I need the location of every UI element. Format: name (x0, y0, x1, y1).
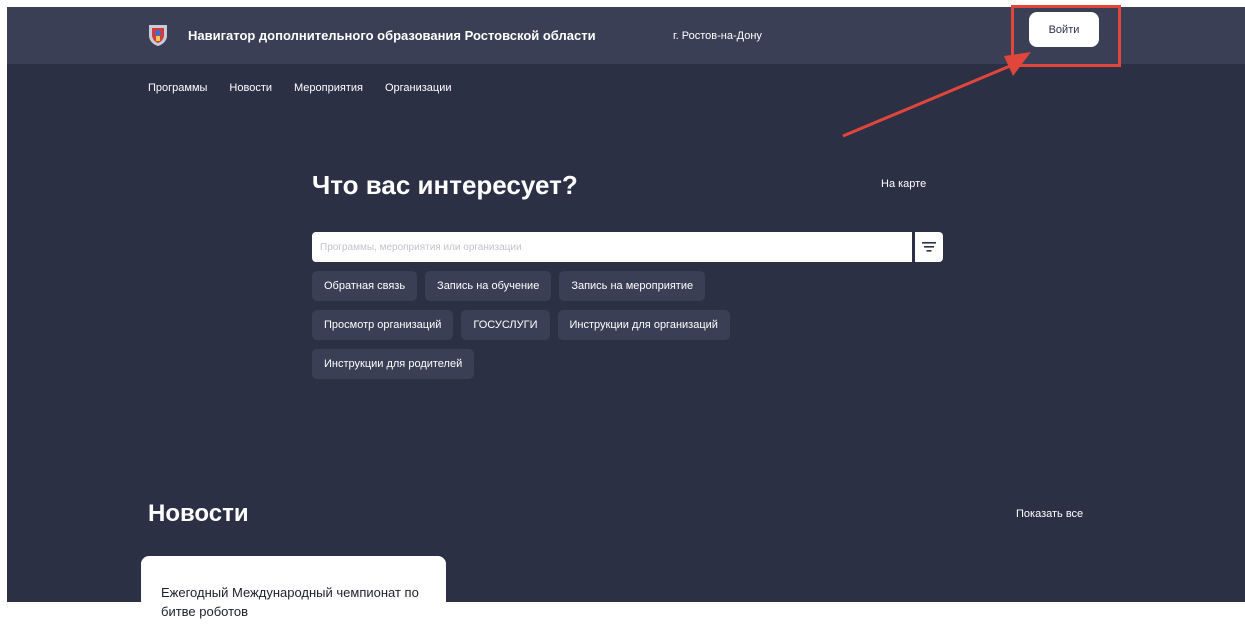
nav-item-news[interactable]: Новости (229, 82, 272, 94)
chip-feedback[interactable]: Обратная связь (312, 271, 418, 301)
nav-item-programs[interactable]: Программы (148, 82, 207, 94)
filter-icon (922, 242, 936, 252)
coat-of-arms-icon[interactable] (147, 23, 169, 47)
quick-links: Обратная связь Запись на обучение Запись… (312, 271, 972, 388)
site-title[interactable]: Навигатор дополнительного образования Ро… (188, 28, 596, 43)
chip-row: Инструкции для родителей (312, 349, 972, 379)
chip-event-enrollment[interactable]: Запись на мероприятие (559, 271, 706, 301)
chip-row: Обратная связь Запись на обучение Запись… (312, 271, 972, 301)
search-heading: Что вас интересует? (312, 170, 578, 200)
annotation-highlight-box (1011, 5, 1121, 67)
chip-parent-instructions[interactable]: Инструкции для родителей (312, 349, 475, 379)
city-selector[interactable]: г. Ростов-на-Дону (673, 30, 762, 42)
news-heading: Новости (148, 500, 249, 527)
chip-gosuslugi[interactable]: ГОСУСЛУГИ (461, 310, 550, 340)
page-background: Навигатор дополнительного образования Ро… (7, 7, 1245, 602)
map-link[interactable]: На карте (881, 178, 926, 190)
filter-button[interactable] (915, 232, 943, 262)
chip-org-instructions[interactable]: Инструкции для организаций (557, 310, 730, 340)
nav-item-events[interactable]: Мероприятия (294, 82, 363, 94)
chip-view-organizations[interactable]: Просмотр организаций (312, 310, 454, 340)
search-input[interactable] (312, 232, 912, 262)
news-card[interactable]: Ежегодный Международный чемпионат по бит… (141, 556, 446, 636)
chip-row: Просмотр организаций ГОСУСЛУГИ Инструкци… (312, 310, 972, 340)
chip-course-enrollment[interactable]: Запись на обучение (425, 271, 552, 301)
main-nav: Программы Новости Мероприятия Организаци… (148, 82, 452, 94)
show-all-news-link[interactable]: Показать все (1016, 508, 1083, 520)
news-card-title: Ежегодный Международный чемпионат по бит… (161, 585, 419, 619)
nav-item-organizations[interactable]: Организации (385, 82, 452, 94)
